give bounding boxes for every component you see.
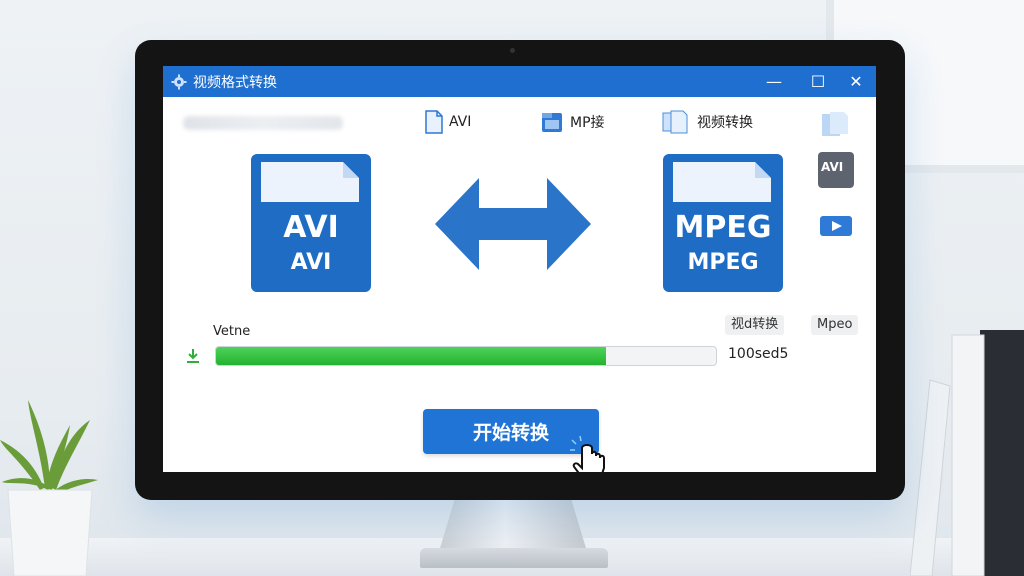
minimize-icon: — bbox=[766, 72, 782, 91]
copy-files-icon bbox=[662, 110, 688, 134]
status-chip-right: Mpeo bbox=[811, 315, 859, 335]
source-file-card[interactable]: AVI AVI bbox=[251, 154, 371, 292]
avi-thumbnail-icon[interactable]: AVI bbox=[818, 152, 854, 188]
toolbar-placeholder bbox=[183, 116, 343, 130]
target-format-label: MPEG bbox=[674, 210, 772, 245]
progress-text: 100sed5 bbox=[728, 346, 789, 362]
avi-thumbnail-label: AVI bbox=[821, 160, 844, 174]
hand-cursor-icon bbox=[570, 435, 605, 472]
books-stack bbox=[910, 330, 1024, 576]
status-chip-left: 视d转换 bbox=[725, 315, 785, 335]
target-file-card[interactable]: MPEG MPEG bbox=[663, 154, 783, 292]
maximize-button[interactable]: ☐ bbox=[799, 66, 837, 97]
tab-avi[interactable]: AVI bbox=[425, 108, 471, 136]
gear-icon bbox=[171, 74, 187, 89]
tab-video-convert-label: 视频转换 bbox=[697, 115, 753, 131]
target-format-sublabel: MPEG bbox=[687, 250, 759, 275]
close-icon: ✕ bbox=[849, 72, 863, 91]
webcam bbox=[510, 48, 515, 53]
maximize-icon: ☐ bbox=[810, 72, 826, 91]
status-label: Vetne bbox=[213, 324, 251, 339]
progress-bar bbox=[215, 346, 717, 366]
title-bar: 视频格式转换 — ☐ ✕ bbox=[163, 66, 876, 97]
tab-mp-label: MP接 bbox=[570, 115, 605, 131]
convert-arrow-icon bbox=[435, 178, 591, 270]
close-button[interactable]: ✕ bbox=[837, 66, 875, 97]
download-icon bbox=[187, 349, 199, 363]
folder-file-icon bbox=[542, 113, 562, 132]
copy-files-icon[interactable] bbox=[818, 110, 854, 138]
minimize-button[interactable]: — bbox=[755, 66, 793, 97]
window-title: 视频格式转换 bbox=[193, 74, 277, 91]
progress-fill bbox=[216, 347, 606, 365]
monitor-base bbox=[420, 548, 608, 568]
tab-mp[interactable]: MP接 bbox=[540, 108, 605, 136]
source-format-sublabel: AVI bbox=[290, 250, 332, 275]
source-format-label: AVI bbox=[283, 210, 339, 245]
tab-avi-label: AVI bbox=[449, 114, 472, 130]
video-play-icon[interactable] bbox=[818, 212, 854, 240]
monitor-stand bbox=[438, 495, 588, 555]
app-window: 视频格式转换 — ☐ ✕ AVI MP接 视频转换 AVI AVI MPEG M… bbox=[163, 66, 876, 472]
document-icon bbox=[425, 110, 443, 134]
start-convert-label: 开始转换 bbox=[472, 422, 549, 444]
potted-plant bbox=[0, 400, 98, 576]
tab-video-convert[interactable]: 视频转换 bbox=[661, 108, 753, 136]
